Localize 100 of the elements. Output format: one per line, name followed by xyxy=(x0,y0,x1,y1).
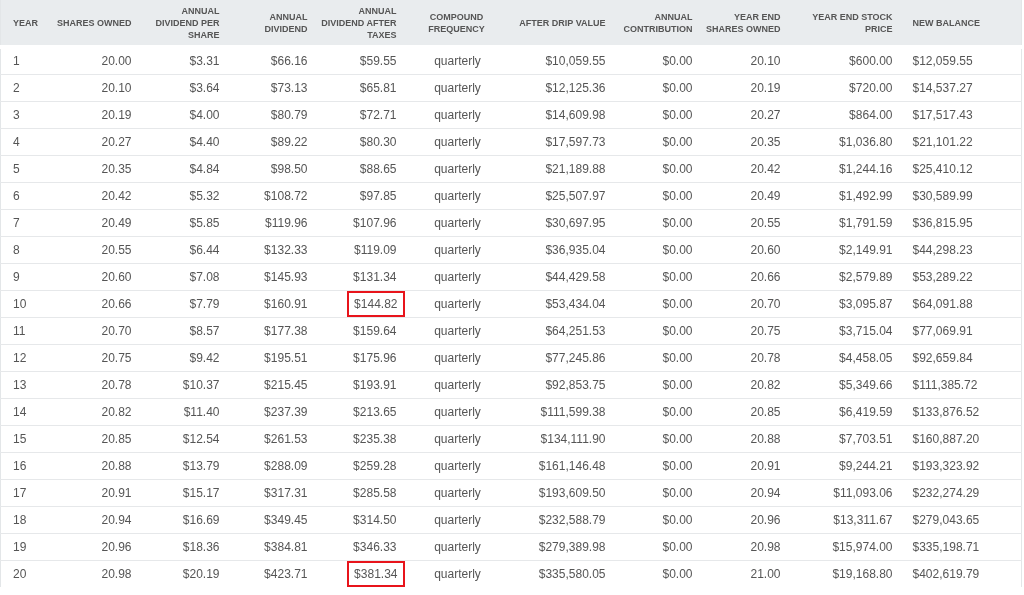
table-cell: 20.60 xyxy=(700,236,789,263)
table-cell: $335,198.71 xyxy=(900,533,1022,560)
table-cell: 20.91 xyxy=(50,479,140,506)
table-cell: $8.57 xyxy=(139,317,228,344)
table-cell: $14,537.27 xyxy=(900,74,1022,101)
table-cell: $720.00 xyxy=(788,74,901,101)
table-cell: quarterly xyxy=(404,47,515,74)
table-cell: 20.85 xyxy=(50,425,140,452)
table-cell: $232,588.79 xyxy=(514,506,614,533)
table-cell: 9 xyxy=(0,263,51,290)
table-cell: quarterly xyxy=(404,236,515,263)
table-cell: $0.00 xyxy=(613,344,701,371)
table-cell: $279,043.65 xyxy=(900,506,1022,533)
table-cell: $3,715.04 xyxy=(788,317,901,344)
table-cell: 20.91 xyxy=(700,452,789,479)
table-cell: 20.96 xyxy=(50,533,140,560)
table-cell: $317.31 xyxy=(227,479,316,506)
table-cell: $232,274.29 xyxy=(900,479,1022,506)
table-cell: quarterly xyxy=(404,182,515,209)
column-header: YEAR xyxy=(0,0,51,47)
table-cell: 17 xyxy=(0,479,51,506)
table-cell: $349.45 xyxy=(227,506,316,533)
table-cell: $53,434.04 xyxy=(514,290,614,317)
table-cell: $5.32 xyxy=(139,182,228,209)
table-cell: $3,095.87 xyxy=(788,290,901,317)
table-cell: 20.55 xyxy=(700,209,789,236)
table-cell: 20.19 xyxy=(700,74,789,101)
table-cell: $0.00 xyxy=(613,182,701,209)
table-cell: $16.69 xyxy=(139,506,228,533)
table-cell: $402,619.79 xyxy=(900,560,1022,587)
table-cell: $30,589.99 xyxy=(900,182,1022,209)
table-cell: 2 xyxy=(0,74,51,101)
table-cell: $0.00 xyxy=(613,209,701,236)
table-cell: $259.28 xyxy=(315,452,405,479)
table-cell: 20.70 xyxy=(700,290,789,317)
table-cell: $21,189.88 xyxy=(514,155,614,182)
table-cell: $0.00 xyxy=(613,155,701,182)
table-cell: $1,244.16 xyxy=(788,155,901,182)
table-cell: $64,091.88 xyxy=(900,290,1022,317)
table-cell: $53,289.22 xyxy=(900,263,1022,290)
table-cell: $10.37 xyxy=(139,371,228,398)
table-cell: $97.85 xyxy=(315,182,405,209)
table-cell: $80.79 xyxy=(227,101,316,128)
table-cell: 21.00 xyxy=(700,560,789,587)
table-cell: 20.70 xyxy=(50,317,140,344)
table-cell: $25,410.12 xyxy=(900,155,1022,182)
table-cell: 11 xyxy=(0,317,51,344)
table-cell: $65.81 xyxy=(315,74,405,101)
table-cell: $18.36 xyxy=(139,533,228,560)
table-cell: 20.82 xyxy=(700,371,789,398)
table-cell: $3.64 xyxy=(139,74,228,101)
table-cell: $0.00 xyxy=(613,263,701,290)
table-cell: $215.45 xyxy=(227,371,316,398)
table-cell: $21,101.22 xyxy=(900,128,1022,155)
table-cell: $5.85 xyxy=(139,209,228,236)
table-cell: 20.98 xyxy=(700,533,789,560)
table-cell: $13,311.67 xyxy=(788,506,901,533)
table-cell: $235.38 xyxy=(315,425,405,452)
table-cell: $72.71 xyxy=(315,101,405,128)
table-cell: $6.44 xyxy=(139,236,228,263)
table-cell: $335,580.05 xyxy=(514,560,614,587)
table-cell: quarterly xyxy=(404,452,515,479)
table-cell: 20.88 xyxy=(50,452,140,479)
table-cell: $195.51 xyxy=(227,344,316,371)
column-header: COMPOUND FREQUENCY xyxy=(404,0,515,47)
table-cell: $4.84 xyxy=(139,155,228,182)
table-cell: $384.81 xyxy=(227,533,316,560)
table-cell: $9,244.21 xyxy=(788,452,901,479)
table-cell: 20.75 xyxy=(50,344,140,371)
table-cell: $4.00 xyxy=(139,101,228,128)
table-cell: $5,349.66 xyxy=(788,371,901,398)
table-cell: $36,815.95 xyxy=(900,209,1022,236)
table-cell: 20.10 xyxy=(50,74,140,101)
table-cell: $44,298.23 xyxy=(900,236,1022,263)
table-cell: $132.33 xyxy=(227,236,316,263)
table-cell: $1,036.80 xyxy=(788,128,901,155)
table-cell: 5 xyxy=(0,155,51,182)
table-cell: 18 xyxy=(0,506,51,533)
table-cell: 20.78 xyxy=(50,371,140,398)
table-cell: $134,111.90 xyxy=(514,425,614,452)
table-cell: $864.00 xyxy=(788,101,901,128)
table-cell: $261.53 xyxy=(227,425,316,452)
table-cell: $77,245.86 xyxy=(514,344,614,371)
table-cell: $0.00 xyxy=(613,533,701,560)
table-cell: $7,703.51 xyxy=(788,425,901,452)
table-cell: $92,659.84 xyxy=(900,344,1022,371)
table-cell: $0.00 xyxy=(613,371,701,398)
table-cell: $44,429.58 xyxy=(514,263,614,290)
table-cell: $89.22 xyxy=(227,128,316,155)
table-cell: $0.00 xyxy=(613,74,701,101)
table-cell: $11.40 xyxy=(139,398,228,425)
table-cell: $92,853.75 xyxy=(514,371,614,398)
table-cell: 20.42 xyxy=(700,155,789,182)
table-cell: quarterly xyxy=(404,479,515,506)
table-cell: $36,935.04 xyxy=(514,236,614,263)
table-cell: $346.33 xyxy=(315,533,405,560)
table-cell: $15,974.00 xyxy=(788,533,901,560)
table-cell: $285.58 xyxy=(315,479,405,506)
table-cell: $12,125.36 xyxy=(514,74,614,101)
table-cell: 4 xyxy=(0,128,51,155)
